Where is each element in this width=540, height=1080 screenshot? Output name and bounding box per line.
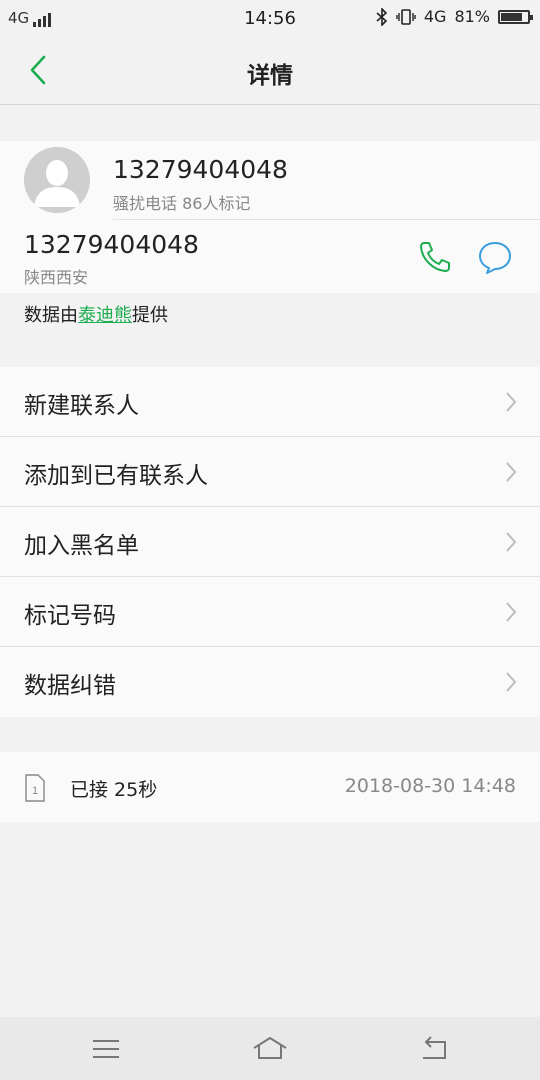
provider-prefix: 数据由 [24,305,78,326]
action-list: 新建联系人 添加到已有联系人 加入黑名单 标记号码 数据纠错 [0,367,540,717]
person-icon [24,147,90,213]
message-button[interactable] [476,238,514,276]
chevron-right-icon [506,462,517,482]
vibrate-icon [396,8,416,25]
chevron-right-icon [506,672,517,692]
chevron-right-icon [506,602,517,622]
action-label: 添加到已有联系人 [24,463,208,489]
battery-icon [498,9,533,24]
action-label: 新建联系人 [24,393,139,419]
phone-location: 陕西西安 [24,268,89,287]
mark-number-item[interactable]: 标记号码 [0,577,540,647]
page-title: 详情 [247,63,293,89]
sim-slot-label: 1 [32,785,38,797]
caller-card: 13279404048 骚扰电话 86人标记 13279404048 陕西西安 [0,141,540,293]
provider-link[interactable]: 泰迪熊 [78,305,132,326]
add-to-existing-contact-item[interactable]: 添加到已有联系人 [0,437,540,507]
avatar [24,147,90,213]
action-label: 数据纠错 [24,673,116,699]
bluetooth-icon [376,7,388,26]
chevron-right-icon [506,532,517,552]
chevron-right-icon [506,392,517,412]
header: 详情 [0,36,540,105]
menu-icon[interactable] [86,1031,126,1067]
provider-suffix: 提供 [132,305,168,326]
action-label: 标记号码 [24,603,116,629]
action-label: 加入黑名单 [24,533,139,559]
caller-number: 13279404048 [113,155,288,184]
new-contact-item[interactable]: 新建联系人 [0,367,540,437]
spam-tag: 骚扰电话 86人标记 [113,194,251,213]
data-provider: 数据由泰迪熊提供 [24,301,168,327]
call-status: 已接 25秒 [70,779,158,801]
navigation-bar [0,1017,540,1080]
data-correction-item[interactable]: 数据纠错 [0,647,540,717]
sim-card-icon: 1 [25,774,45,802]
add-to-blacklist-item[interactable]: 加入黑名单 [0,507,540,577]
status-icons: 4G 81% [376,7,533,26]
number-row: 13279404048 陕西西安 [0,220,540,293]
phone-number: 13279404048 [24,230,199,259]
call-button[interactable] [416,238,454,276]
battery-percent: 81% [454,7,490,26]
call-log-entry[interactable]: 1 已接 25秒 2018-08-30 14:48 [0,752,540,822]
home-icon[interactable] [250,1031,290,1067]
status-bar: 4G 14:56 4G 81% [0,0,540,36]
call-datetime: 2018-08-30 14:48 [344,775,516,797]
network-type-label-right: 4G [423,7,447,26]
back-nav-icon[interactable] [414,1031,454,1067]
